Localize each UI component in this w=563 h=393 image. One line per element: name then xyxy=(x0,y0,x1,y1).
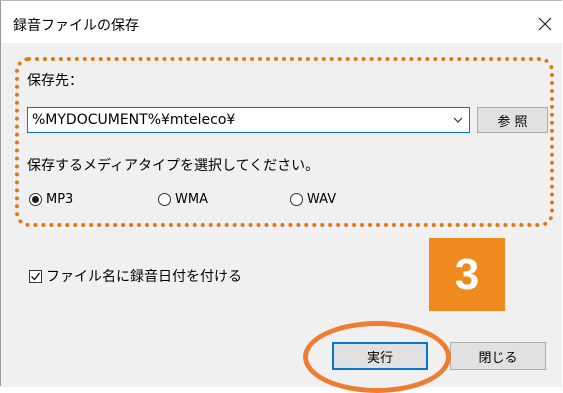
browse-button[interactable]: 参 照 xyxy=(477,107,548,133)
date-in-filename-option[interactable]: ファイル名に録音日付を付ける xyxy=(29,266,242,286)
step-number-badge: 3 xyxy=(429,238,505,311)
save-path-combobox[interactable]: %MYDOCUMENT%¥mteleco¥ xyxy=(27,107,470,133)
radio-wma-label: WMA xyxy=(175,192,208,207)
close-button[interactable] xyxy=(529,11,561,37)
radio-wav-label: WAV xyxy=(307,192,337,207)
destination-label: 保存先： xyxy=(27,73,83,89)
title-bar: 録音ファイルの保存 xyxy=(1,1,562,43)
highlight-annotation-box xyxy=(15,57,554,227)
radio-button[interactable] xyxy=(158,193,171,206)
dialog-title: 録音ファイルの保存 xyxy=(13,18,139,34)
close-icon xyxy=(538,17,552,31)
radio-button-selected[interactable] xyxy=(29,193,42,206)
radio-button[interactable] xyxy=(290,193,303,206)
close-dialog-button[interactable]: 閉じる xyxy=(450,342,546,370)
date-checkbox[interactable] xyxy=(29,269,42,283)
radio-mp3-label: MP3 xyxy=(46,192,74,207)
chevron-down-icon[interactable] xyxy=(453,115,463,125)
checkmark-icon xyxy=(31,272,41,281)
radio-mp3[interactable]: MP3 xyxy=(29,192,73,207)
run-button[interactable]: 実行 xyxy=(332,342,428,370)
save-path-value[interactable]: %MYDOCUMENT%¥mteleco¥ xyxy=(32,112,235,128)
media-type-label: 保存するメディアタイプを選択してください。 xyxy=(27,158,320,174)
radio-wav[interactable]: WAV xyxy=(290,192,336,207)
radio-wma[interactable]: WMA xyxy=(158,192,208,207)
date-checkbox-label: ファイル名に録音日付を付ける xyxy=(46,269,242,285)
